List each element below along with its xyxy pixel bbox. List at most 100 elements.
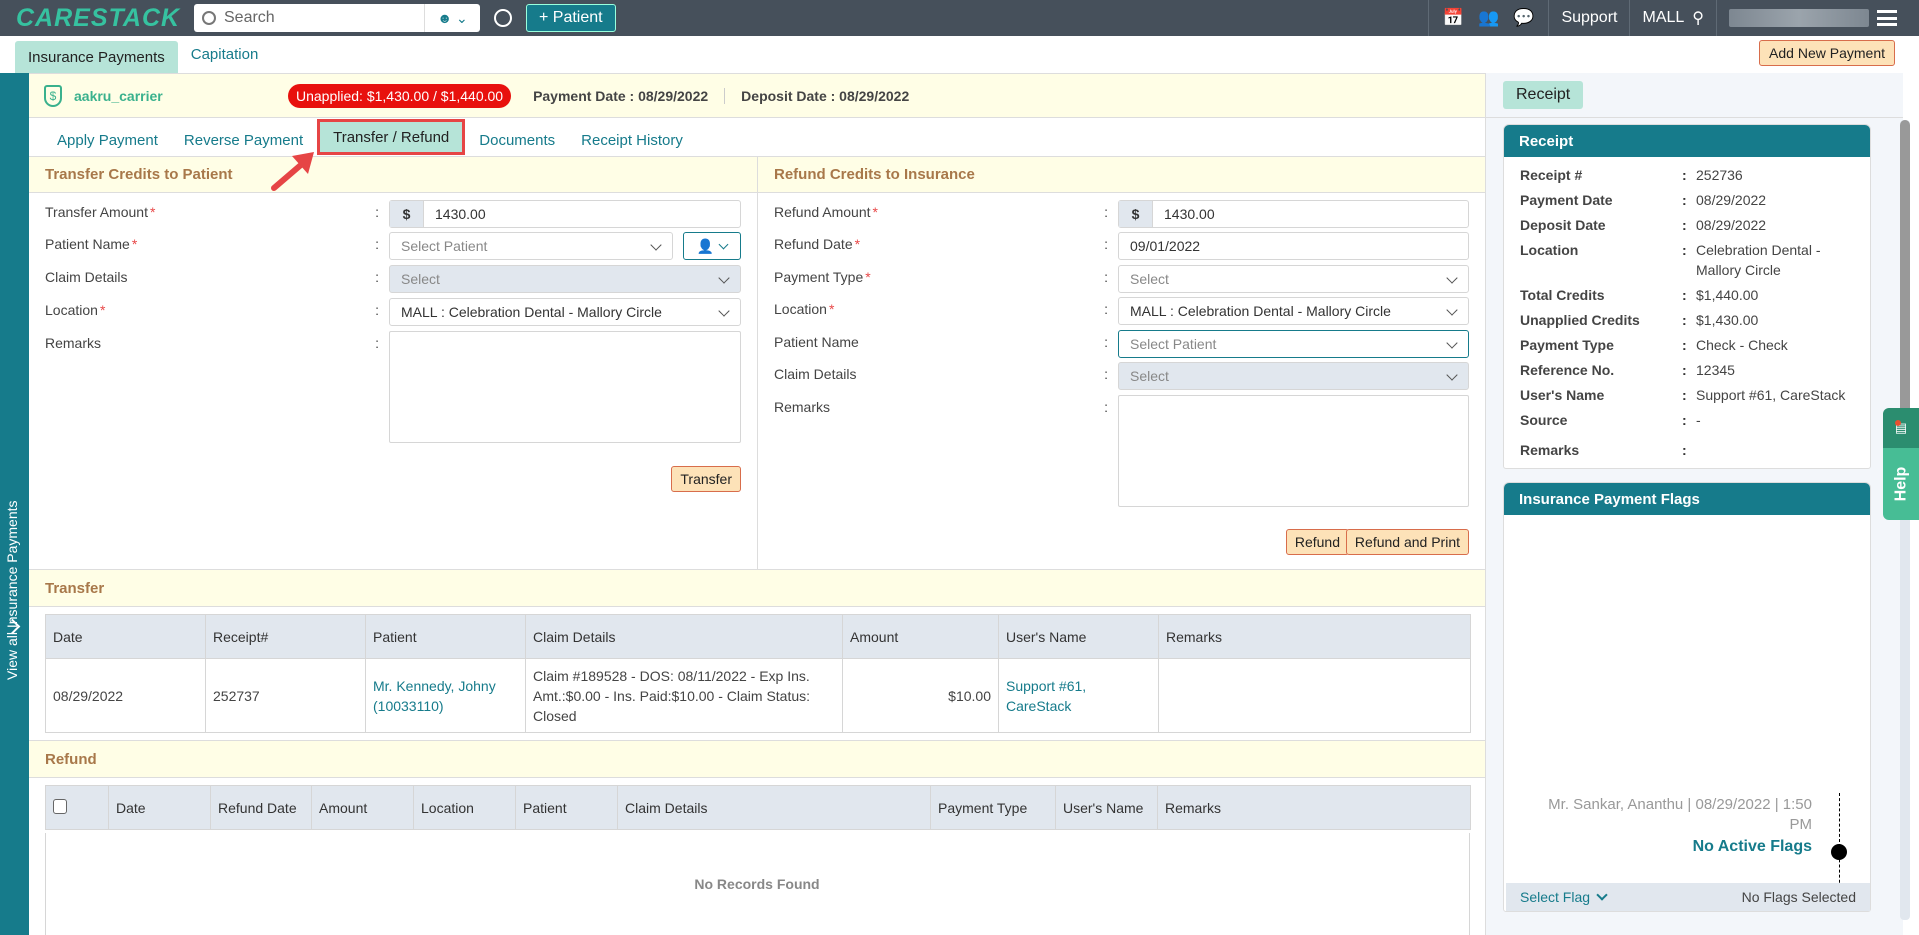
col-amount[interactable]: Amount bbox=[311, 785, 414, 830]
col-date[interactable]: Date bbox=[108, 785, 211, 830]
refund-amount-input[interactable]: $ 1430.00 bbox=[1118, 200, 1469, 228]
select-all-cell bbox=[45, 785, 109, 830]
location-value: MALL : Celebration Dental - Mallory Circ… bbox=[401, 304, 662, 320]
view-all-payments-sidebar[interactable]: View all Insurance Payments bbox=[0, 73, 29, 935]
refund-and-print-button[interactable]: Refund and Print bbox=[1345, 529, 1469, 555]
payment-type-select[interactable]: Select bbox=[1118, 265, 1469, 293]
refund-button[interactable]: Refund bbox=[1285, 529, 1349, 555]
search-input[interactable]: Search bbox=[194, 4, 424, 32]
transfer-location-select[interactable]: MALL : Celebration Dental - Mallory Circ… bbox=[389, 298, 741, 326]
flag-entry-meta: Mr. Sankar, Ananthu | 08/29/2022 | 1:50 … bbox=[1548, 796, 1812, 833]
add-patient-button[interactable]: + Patient bbox=[526, 4, 616, 32]
col-claim-details[interactable]: Claim Details bbox=[525, 614, 843, 659]
transfer-remarks-textarea[interactable] bbox=[389, 331, 741, 443]
col-location[interactable]: Location bbox=[413, 785, 516, 830]
add-new-payment-button[interactable]: Add New Payment bbox=[1759, 40, 1895, 66]
refund-location-label: Location *: bbox=[774, 301, 1108, 317]
calendar-icon[interactable]: 📅 bbox=[1443, 8, 1464, 28]
refund-location-select[interactable]: MALL : Celebration Dental - Mallory Circ… bbox=[1118, 297, 1469, 325]
patient-search-type-button[interactable]: 👤 bbox=[683, 232, 741, 260]
notes-icon[interactable]: ▤ bbox=[1883, 408, 1919, 448]
refund-patient-placeholder: Select Patient bbox=[1130, 336, 1217, 352]
map-pin-icon: ⚲ bbox=[1692, 10, 1704, 27]
col-remarks[interactable]: Remarks bbox=[1158, 614, 1471, 659]
subtab-capitation[interactable]: Capitation bbox=[178, 39, 272, 69]
refund-date-label: Refund Date *: bbox=[774, 236, 1108, 252]
refund-claim-label: Claim Details: bbox=[774, 366, 1108, 382]
receipt-field: Receipt #:252736 bbox=[1520, 167, 1743, 183]
history-icon[interactable] bbox=[494, 9, 512, 27]
flags-card-title: Insurance Payment Flags bbox=[1504, 483, 1870, 515]
help-widget[interactable]: ▤ Help bbox=[1883, 408, 1919, 520]
search-placeholder: Search bbox=[224, 9, 275, 26]
row-remarks bbox=[1158, 658, 1471, 733]
refund-claim-select[interactable]: Select bbox=[1118, 362, 1469, 390]
user-menu[interactable] bbox=[1716, 0, 1919, 36]
col-users-name[interactable]: User's Name bbox=[998, 614, 1159, 659]
receipt-chip[interactable]: Receipt bbox=[1503, 81, 1584, 109]
refund-claim-placeholder: Select bbox=[1130, 368, 1169, 384]
refund-patient-label: Patient Name: bbox=[774, 334, 1108, 350]
tab-receipt-history[interactable]: Receipt History bbox=[568, 124, 696, 156]
col-patient[interactable]: Patient bbox=[365, 614, 526, 659]
notification-dot bbox=[1895, 420, 1901, 426]
col-patient[interactable]: Patient bbox=[515, 785, 618, 830]
claim-placeholder: Select bbox=[401, 271, 440, 287]
currency-prefix: $ bbox=[390, 201, 424, 227]
search-icon bbox=[202, 11, 216, 25]
tab-apply-payment[interactable]: Apply Payment bbox=[44, 124, 171, 156]
transfer-button[interactable]: Transfer bbox=[671, 466, 741, 492]
location-selector[interactable]: MALL ⚲ bbox=[1629, 0, 1716, 36]
col-remarks[interactable]: Remarks bbox=[1157, 785, 1471, 830]
location-label: Location *: bbox=[45, 302, 379, 318]
refund-remarks-textarea[interactable] bbox=[1118, 395, 1469, 507]
users-icon[interactable]: 👥 bbox=[1478, 8, 1499, 28]
chevron-down-icon bbox=[718, 272, 730, 284]
select-all-checkbox[interactable] bbox=[53, 798, 67, 814]
carestack-logo[interactable]: CARESTACK bbox=[16, 4, 179, 33]
side-panel-scrollbar[interactable] bbox=[1900, 120, 1910, 920]
divider bbox=[1486, 117, 1903, 118]
search-type-dropdown[interactable]: ☻ ⌄ bbox=[424, 4, 480, 32]
receipt-field: Source: - bbox=[1520, 412, 1701, 428]
scrollbar-thumb[interactable] bbox=[1900, 120, 1910, 427]
support-link[interactable]: Support bbox=[1548, 0, 1629, 36]
col-receipt[interactable]: Receipt# bbox=[205, 614, 366, 659]
person-icon: 👤 bbox=[696, 237, 715, 254]
col-amount[interactable]: Amount bbox=[842, 614, 999, 659]
col-date[interactable]: Date bbox=[45, 614, 206, 659]
row-user-link[interactable]: Support #61, CareStack bbox=[998, 658, 1159, 733]
subtab-insurance-payments[interactable]: Insurance Payments bbox=[15, 41, 178, 73]
transfer-patient-select[interactable]: Select Patient bbox=[389, 232, 673, 260]
carrier-name[interactable]: aakru_carrier bbox=[74, 88, 288, 104]
chevron-down-icon: ⌄ bbox=[455, 9, 468, 26]
location-label: MALL bbox=[1642, 9, 1685, 26]
top-navbar: CARESTACK Search ☻ ⌄ + Patient 📅 👥 💬 Sup… bbox=[0, 0, 1919, 36]
tab-transfer-refund[interactable]: Transfer / Refund bbox=[317, 119, 466, 155]
refund-date-input[interactable]: 09/01/2022 bbox=[1118, 232, 1469, 260]
help-button[interactable]: Help bbox=[1883, 448, 1919, 520]
col-payment-type[interactable]: Payment Type bbox=[930, 785, 1056, 830]
tab-documents[interactable]: Documents bbox=[466, 124, 568, 156]
col-users-name[interactable]: User's Name bbox=[1055, 785, 1158, 830]
receipt-field: Remarks: bbox=[1520, 442, 1687, 458]
receipt-card-title: Receipt bbox=[1504, 125, 1870, 157]
chat-icon[interactable]: 💬 bbox=[1513, 8, 1534, 28]
chevron-down-icon bbox=[718, 239, 729, 249]
timeline-dot bbox=[1831, 844, 1847, 860]
refund-patient-select[interactable]: Select Patient bbox=[1118, 330, 1469, 358]
shield-dollar-icon: $ bbox=[44, 84, 62, 107]
select-flag-dropdown[interactable]: Select Flag bbox=[1520, 888, 1608, 905]
transfer-claim-select[interactable]: Select bbox=[389, 265, 741, 293]
col-refund-date[interactable]: Refund Date bbox=[210, 785, 312, 830]
receipt-field: Payment Type: Check - Check bbox=[1520, 337, 1788, 353]
transfer-credits-title: Transfer Credits to Patient bbox=[29, 157, 757, 193]
col-claim-details[interactable]: Claim Details bbox=[617, 785, 931, 830]
chevron-down-icon bbox=[1596, 888, 1608, 901]
hamburger-menu-icon[interactable] bbox=[1877, 10, 1897, 26]
transfer-amount-input[interactable]: $ 1430.00 bbox=[389, 200, 741, 228]
refund-location-value: MALL : Celebration Dental - Mallory Circ… bbox=[1130, 303, 1391, 319]
row-patient-link[interactable]: Mr. Kennedy, Johny (10033110) bbox=[365, 658, 526, 733]
deposit-date: Deposit Date : 08/29/2022 bbox=[724, 87, 925, 104]
payment-tabs: Apply Payment Reverse Payment Transfer /… bbox=[29, 118, 1485, 157]
